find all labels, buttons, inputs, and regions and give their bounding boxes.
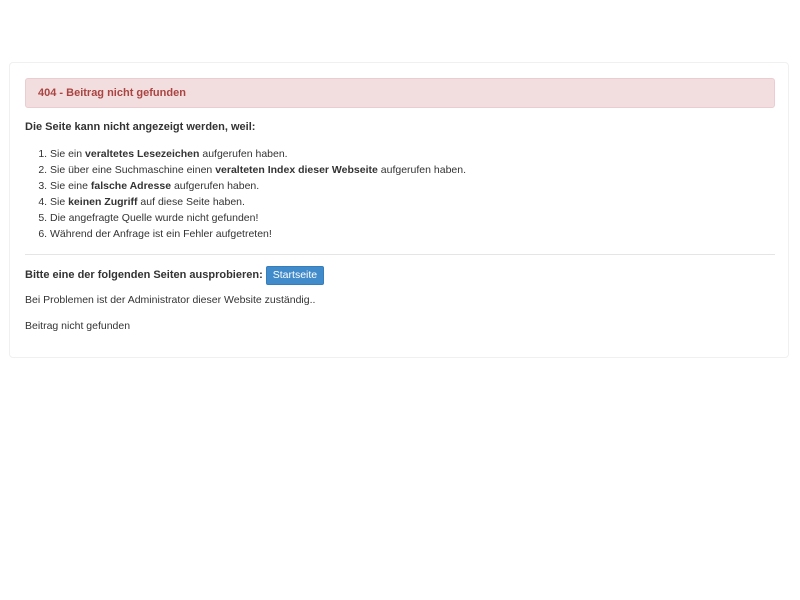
- reason-item: Sie keinen Zugriff auf diese Seite haben…: [50, 194, 773, 210]
- error-alert-title: 404 - Beitrag nicht gefunden: [38, 87, 186, 99]
- try-pages-label: Bitte eine der folgenden Seiten ausprobi…: [25, 269, 263, 281]
- try-pages-row: Bitte eine der folgenden Seiten ausprobi…: [25, 265, 773, 285]
- reasons-list: Sie ein veraltetes Lesezeichen aufgerufe…: [25, 146, 773, 242]
- reason-item: Sie über eine Suchmaschine einen veralte…: [50, 162, 773, 178]
- admin-note: Bei Problemen ist der Administrator dies…: [25, 294, 316, 306]
- not-found-note: Beitrag nicht gefunden: [25, 320, 131, 332]
- reason-item: Während der Anfrage ist ein Fehler aufge…: [50, 226, 773, 242]
- error-alert: 404 - Beitrag nicht gefunden: [25, 78, 775, 108]
- reason-item: Sie ein veraltetes Lesezeichen aufgerufe…: [50, 146, 773, 162]
- reason-item: Sie eine falsche Adresse aufgerufen habe…: [50, 178, 773, 194]
- section-divider: [25, 254, 775, 255]
- error-card: 404 - Beitrag nicht gefunden Die Seite k…: [9, 62, 789, 358]
- reason-item: Die angefragte Quelle wurde nicht gefund…: [50, 210, 773, 226]
- reasons-intro: Die Seite kann nicht angezeigt werden, w…: [25, 121, 256, 133]
- homepage-button[interactable]: Startseite: [265, 265, 325, 285]
